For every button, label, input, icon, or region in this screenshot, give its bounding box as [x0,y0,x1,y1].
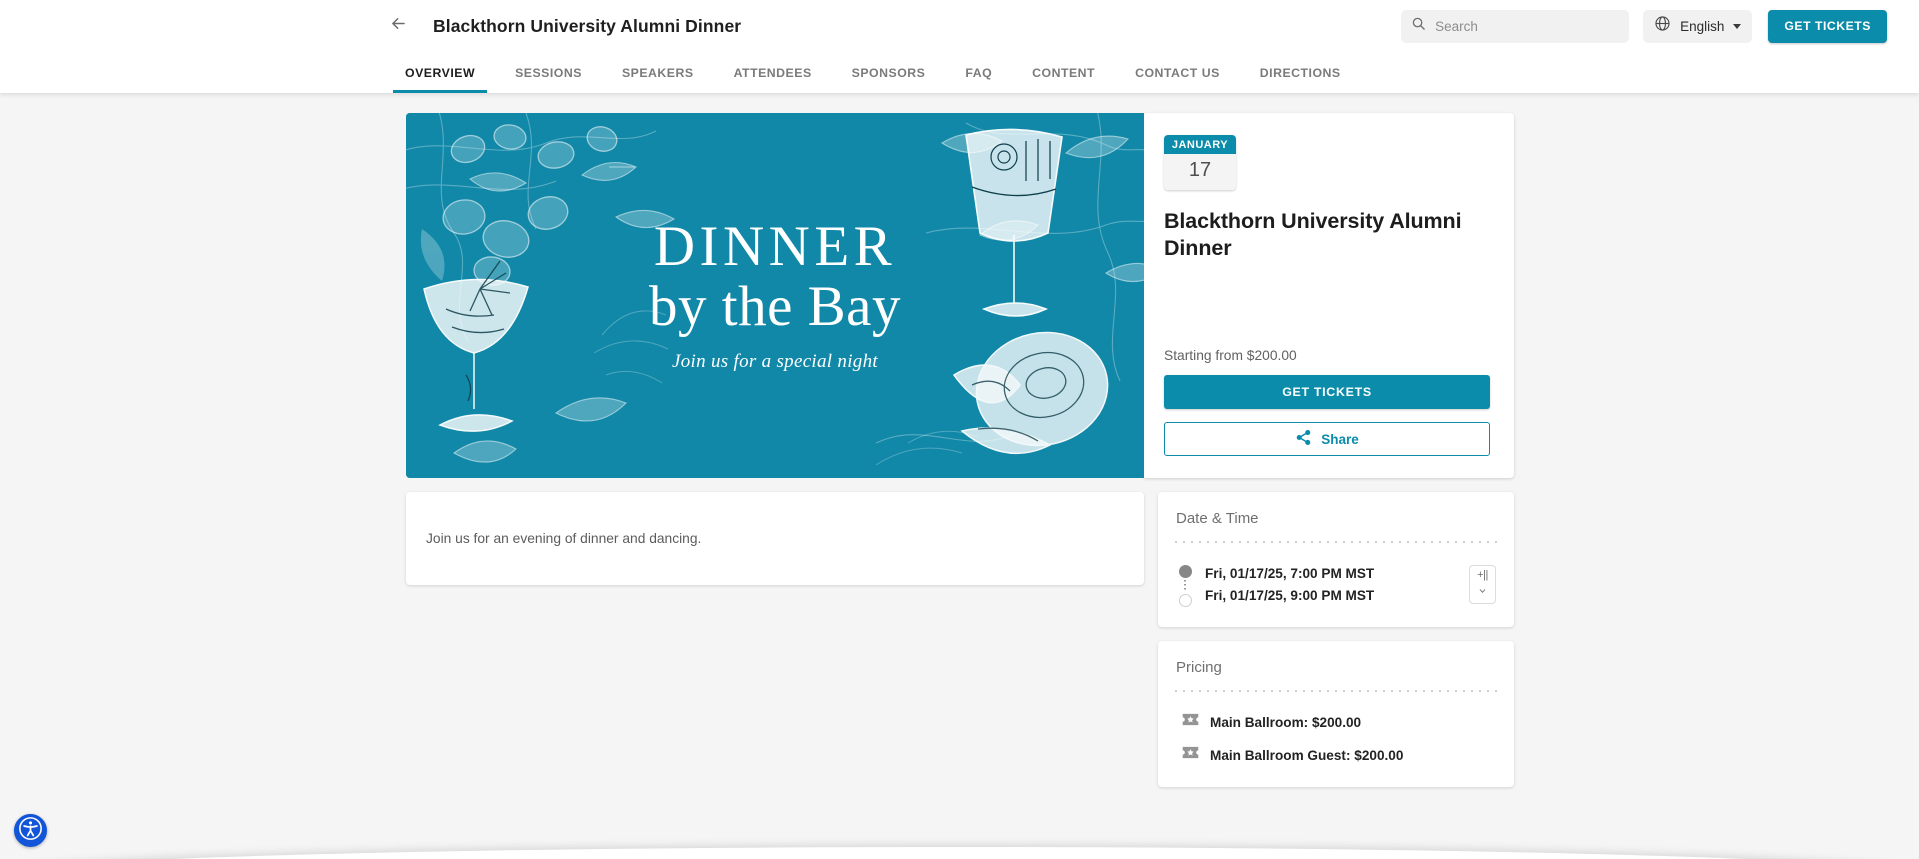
event-hero-banner: DINNER by the Bay Join us for a special … [406,113,1144,478]
page-body: DINNER by the Bay Join us for a special … [0,93,1919,859]
timeline-rail [1176,563,1194,607]
timeline-start-dot-icon [1178,565,1192,578]
sidebar-info-column: Date & Time Fri, 01/17/25, 7:00 PM MST F… [1158,492,1514,787]
add-to-calendar-button[interactable]: +|| [1469,565,1496,604]
search-icon [1411,16,1426,36]
overview-bottom-row: Join us for an evening of dinner and dan… [406,492,1514,787]
hero-botanical-artwork [406,113,1144,478]
pricing-card: Pricing Main Ballroom: $200.00 Main Ball… [1158,641,1514,787]
ticket-icon [1182,746,1199,764]
tab-contact-us[interactable]: CONTACT US [1115,52,1240,93]
pricing-item-label: Main Ballroom: $200.00 [1210,714,1362,730]
event-title: Blackthorn University Alumni Dinner [1164,209,1462,260]
globe-icon [1654,15,1671,37]
tab-sponsors[interactable]: SPONSORS [832,52,946,93]
tab-navigation: OVERVIEW SESSIONS SPEAKERS ATTENDEES SPO… [0,52,1919,93]
pricing-item-label: Main Ballroom Guest: $200.00 [1210,747,1404,763]
date-time-card: Date & Time Fri, 01/17/25, 7:00 PM MST F… [1158,492,1514,627]
page-title: Blackthorn University Alumni Dinner [433,15,742,36]
event-end-time: Fri, 01/17/25, 9:00 PM MST [1205,588,1375,603]
timeline-connector [1184,580,1186,592]
search-box[interactable] [1401,9,1630,43]
share-icon [1295,429,1312,449]
timeline-end-dot-icon [1178,594,1192,607]
content-container: DINNER by the Bay Join us for a special … [406,113,1514,787]
arrow-left-icon [389,14,408,38]
ticket-icon [1182,713,1199,731]
overview-top-row: DINNER by the Bay Join us for a special … [406,113,1514,478]
accessibility-button[interactable] [14,814,47,847]
app-header: Blackthorn University Alumni Dinner Engl… [0,0,1919,52]
event-date-badge: JANUARY 17 [1164,135,1236,190]
date-badge-month: JANUARY [1164,135,1236,154]
event-description-card: Join us for an evening of dinner and dan… [406,492,1144,585]
accessibility-icon [18,816,43,846]
event-timeline: Fri, 01/17/25, 7:00 PM MST Fri, 01/17/25… [1176,563,1374,607]
pricing-item: Main Ballroom: $200.00 [1176,710,1496,734]
search-input[interactable] [1435,18,1620,34]
chevron-down-icon [1477,582,1488,600]
tab-overview[interactable]: OVERVIEW [385,52,495,93]
back-button[interactable] [385,13,411,39]
summary-spacer [1164,262,1490,348]
tab-sessions[interactable]: SESSIONS [495,52,602,93]
tab-faq[interactable]: FAQ [945,52,1012,93]
starting-price-label: Starting from $200.00 [1164,348,1297,363]
add-to-calendar-icon: +|| [1477,568,1488,581]
get-tickets-button-header[interactable]: GET TICKETS [1768,9,1887,43]
language-label: English [1680,18,1725,34]
event-start-time: Fri, 01/17/25, 7:00 PM MST [1205,566,1375,581]
bottom-sheet-edge [0,847,1919,859]
tab-content[interactable]: CONTENT [1012,52,1115,93]
pricing-item: Main Ballroom Guest: $200.00 [1176,743,1496,767]
get-tickets-button[interactable]: GET TICKETS [1164,375,1490,409]
date-time-heading: Date & Time [1176,510,1259,527]
share-label: Share [1321,431,1359,447]
event-summary-card: JANUARY 17 Blackthorn University Alumni … [1144,113,1514,478]
chevron-down-icon [1733,23,1742,29]
language-selector[interactable]: English [1643,9,1753,43]
tab-attendees[interactable]: ATTENDEES [714,52,832,93]
event-description-text: Join us for an evening of dinner and dan… [426,531,702,546]
tab-directions[interactable]: DIRECTIONS [1240,52,1361,93]
date-badge-day: 17 [1164,154,1236,190]
share-button[interactable]: Share [1164,422,1490,456]
tab-speakers[interactable]: SPEAKERS [602,52,714,93]
pricing-heading: Pricing [1176,659,1222,676]
